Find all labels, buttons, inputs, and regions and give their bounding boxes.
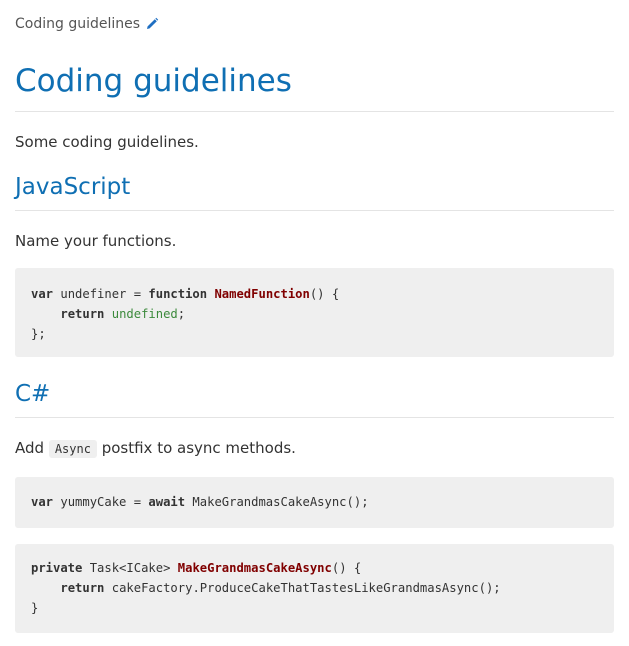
code-keyword: return: [60, 581, 105, 595]
code-text: () {: [331, 561, 362, 575]
code-literal: undefined: [111, 307, 178, 321]
breadcrumb: Coding guidelines: [15, 0, 614, 48]
code-keyword: var: [31, 287, 54, 301]
code-keyword: var: [31, 495, 54, 509]
csharp-text-before: Add: [15, 439, 49, 457]
code-text: MakeGrandmasCakeAsync();: [185, 495, 369, 509]
code-text: Task<ICake>: [82, 561, 178, 575]
javascript-text: Name your functions.: [15, 232, 177, 250]
intro-text: Some coding guidelines.: [15, 133, 199, 151]
code-block-javascript: var undefiner = function NamedFunction()…: [15, 268, 614, 357]
csharp-text-after: postfix to async methods.: [96, 439, 296, 457]
breadcrumb-label[interactable]: Coding guidelines: [15, 16, 140, 32]
page-title: Coding guidelines: [15, 62, 614, 112]
pencil-icon[interactable]: [145, 17, 159, 31]
code-text: undefiner =: [53, 287, 149, 301]
code-keyword: return: [60, 307, 105, 321]
code-block-csharp-method: private Task<ICake> MakeGrandmasCakeAsyn…: [15, 544, 614, 633]
code-keyword: await: [148, 495, 186, 509]
inline-code: Async: [48, 440, 97, 458]
code-text: yummyCake =: [53, 495, 149, 509]
code-keyword: private: [31, 561, 83, 575]
code-block-csharp-usage: var yummyCake = await MakeGrandmasCakeAs…: [15, 477, 614, 528]
code-text: () {: [309, 287, 340, 301]
code-text: cakeFactory.ProduceCakeThatTastesLikeGra…: [104, 581, 501, 595]
section-heading-csharp: C#: [15, 379, 614, 418]
code-function-name: NamedFunction: [214, 287, 310, 301]
wiki-page: Coding guidelines Coding guidelines Some…: [0, 0, 629, 633]
code-text: ;: [177, 307, 186, 321]
code-keyword: function: [148, 287, 208, 301]
csharp-text: Add Async postfix to async methods.: [15, 438, 614, 459]
section-heading-javascript: JavaScript: [15, 172, 614, 211]
code-text: }: [31, 601, 39, 615]
code-function-name: MakeGrandmasCakeAsync: [177, 561, 332, 575]
code-text: };: [31, 327, 46, 341]
